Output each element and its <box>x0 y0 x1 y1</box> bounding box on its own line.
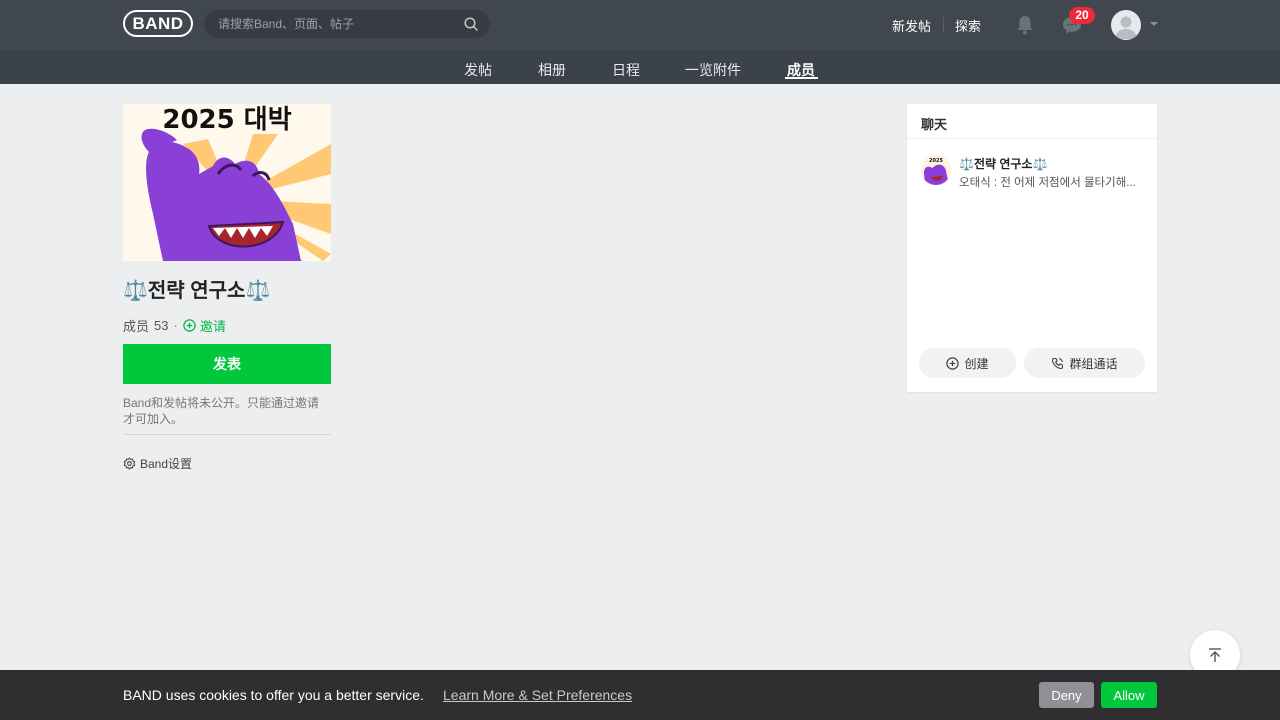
chat-room-name: ⚖️전략 연구소⚖️ <box>959 157 1048 171</box>
divider <box>123 434 331 435</box>
post-button[interactable]: 发表 <box>123 344 331 384</box>
invite-link[interactable]: 邀请 <box>183 316 226 335</box>
band-settings-label: Band设置 <box>140 457 193 471</box>
arrow-up-icon <box>1209 648 1221 662</box>
chat-panel-title: 聊天 <box>907 104 1157 139</box>
band-logo[interactable]: BAND <box>123 10 193 37</box>
create-chat-label: 创建 <box>964 356 989 371</box>
band-tab-bar: 发帖 相册 日程 一览附件 成员 <box>0 50 1280 84</box>
members-dot: · <box>173 318 178 333</box>
plus-circle-icon <box>946 356 960 370</box>
active-tab-indicator <box>785 77 818 79</box>
gear-icon <box>123 457 136 470</box>
svg-text:2025: 2025 <box>929 158 943 164</box>
group-call-label: 群组通话 <box>1069 356 1118 371</box>
chat-panel: 聊天 2025 ⚖️전략 연구소⚖️ 오태식 : 전 어제 저점에서 물타기해.… <box>907 104 1157 392</box>
search-icon[interactable] <box>464 17 478 31</box>
members-count[interactable]: 53 <box>154 318 168 333</box>
header-separator <box>943 17 944 33</box>
members-label: 成员 <box>123 319 150 334</box>
band-name: ⚖️전략 연구소⚖️ <box>123 280 271 302</box>
tab-posts[interactable]: 发帖 <box>464 60 492 80</box>
cookie-message: BAND uses cookies to offer you a better … <box>123 687 424 703</box>
phone-icon <box>1052 357 1064 369</box>
cover-title-text: 2025 대박 <box>162 105 291 135</box>
group-call-button[interactable]: 群组通话 <box>1024 348 1145 378</box>
members-row: 成员 53 · 邀请 <box>123 316 226 335</box>
tab-attachments[interactable]: 一览附件 <box>685 60 741 80</box>
chat-room-preview: 오태식 : 전 어제 저점에서 물타기해... <box>959 177 1136 189</box>
band-cover-image[interactable]: 2025 대박 <box>123 104 331 261</box>
explore-link[interactable]: 探索 <box>955 16 981 35</box>
privacy-note: Band和发帖将未公开。只能通过邀请才可加入。 <box>123 396 320 426</box>
avatar[interactable] <box>1111 10 1141 40</box>
tab-calendar[interactable]: 日程 <box>612 60 640 80</box>
chat-room-thumbnail: 2025 <box>921 155 951 185</box>
search-input[interactable] <box>218 10 458 38</box>
create-chat-button[interactable]: 创建 <box>919 348 1016 378</box>
chat-room-item[interactable]: 2025 ⚖️전략 연구소⚖️ 오태식 : 전 어제 저점에서 물타기해... <box>921 154 1146 190</box>
bell-icon[interactable] <box>1015 14 1035 36</box>
band-cover-illustration: 2025 대박 <box>123 104 331 261</box>
chat-unread-badge: 20 <box>1069 7 1095 24</box>
search-box[interactable] <box>204 10 490 38</box>
cookie-deny-button[interactable]: Deny <box>1039 682 1094 708</box>
cookie-consent-bar: BAND uses cookies to offer you a better … <box>0 670 1280 720</box>
top-header: BAND 新发帖 探索 20 <box>0 0 1280 50</box>
tab-photos[interactable]: 相册 <box>538 60 566 80</box>
caret-down-icon[interactable] <box>1150 22 1158 26</box>
band-settings-link[interactable]: Band设置 <box>123 455 192 472</box>
invite-label: 邀请 <box>199 319 226 334</box>
cookie-preferences-link[interactable]: Learn More & Set Preferences <box>443 687 632 703</box>
avatar-icon <box>1115 16 1137 39</box>
new-post-link[interactable]: 新发帖 <box>892 16 931 35</box>
cookie-allow-button[interactable]: Allow <box>1101 682 1157 708</box>
plus-circle-icon <box>183 319 196 332</box>
